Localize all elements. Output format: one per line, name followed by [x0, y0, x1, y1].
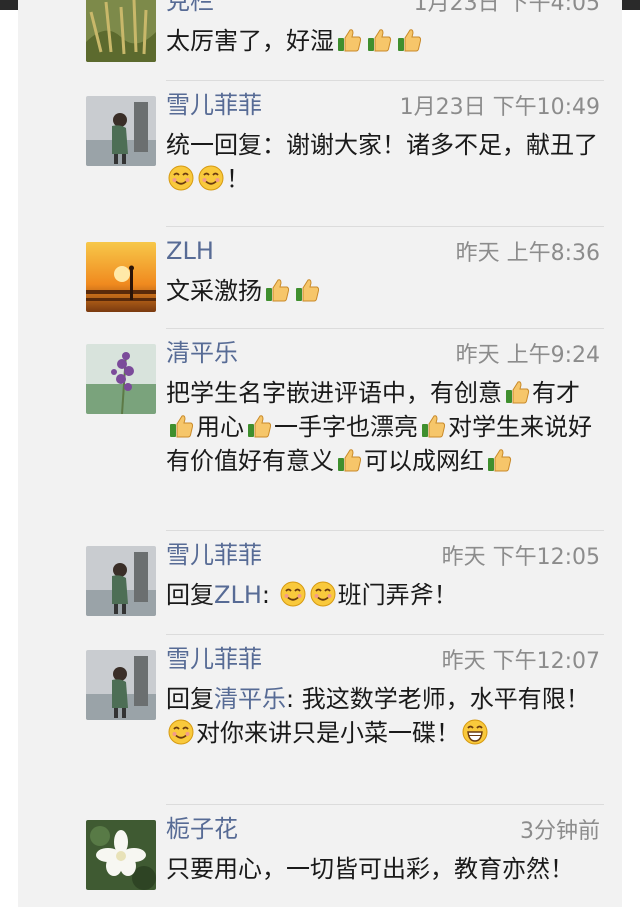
comment-text-segment: 统一回复：谢谢大家！诸多不足，献丑了 [166, 131, 598, 159]
thumbs-up-icon [365, 26, 393, 54]
comment-text-segment: 回复 [166, 685, 214, 713]
comment-text-segment: 一手字也漂亮 [274, 413, 418, 441]
comment-text-segment: 班门弄斧！ [337, 581, 458, 609]
comment-text-segment: 回复 [166, 581, 214, 609]
smile-icon [279, 580, 307, 608]
thumbs-up-icon [263, 276, 291, 304]
woman-avatar[interactable] [86, 650, 156, 720]
comment-time: 1月23日 下午10:49 [399, 95, 600, 120]
comment-text: 回复ZLH: 班门弄斧！ [166, 578, 606, 612]
thumbs-up-icon [335, 26, 363, 54]
thumbs-up-icon [167, 412, 195, 440]
comment-text-segment: : 我这数学老师，水平有限！ [286, 685, 590, 713]
smile-icon [309, 580, 337, 608]
woman-avatar[interactable] [86, 546, 156, 616]
comment-time: 3分钟前 [520, 819, 600, 844]
thumbs-up-icon [245, 412, 273, 440]
comment-time: 昨天 上午8:36 [455, 241, 600, 266]
thumbs-up-icon [335, 446, 363, 474]
comment-time: 1月23日 下午4:05 [413, 0, 600, 16]
comment-text: 太厉害了，好湿 [166, 24, 606, 58]
commenter-name[interactable]: 雪儿菲菲 [166, 540, 262, 570]
smile-icon [167, 718, 195, 746]
reply-to-link[interactable]: ZLH [214, 581, 262, 609]
woman-avatar[interactable] [86, 96, 156, 166]
divider [166, 530, 604, 531]
comment-text-segment: 只要用心，一切皆可出彩，教育亦然！ [166, 855, 574, 883]
thumbs-up-icon [395, 26, 423, 54]
divider [166, 634, 604, 635]
gardenia-avatar[interactable] [86, 820, 156, 890]
rice-field-avatar[interactable] [86, 0, 156, 62]
reply-to-link[interactable]: 清平乐 [214, 685, 286, 713]
comment-text-segment: : [261, 581, 278, 609]
comment-time: 昨天 下午12:07 [441, 649, 600, 674]
comment-text-segment: 太厉害了，好湿 [166, 27, 334, 55]
commenter-name[interactable]: 雪儿菲菲 [166, 644, 262, 674]
divider [166, 80, 604, 81]
thumbs-up-icon [419, 412, 447, 440]
comment-text-segment: 用心 [196, 413, 244, 441]
comment-time: 昨天 上午9:24 [455, 343, 600, 368]
comment-text-segment: ！ [226, 165, 250, 193]
comment-text: 统一回复：谢谢大家！诸多不足，献丑了 ！ [166, 128, 606, 196]
sunset-avatar[interactable] [86, 242, 156, 312]
commenter-name[interactable]: 克栏 [166, 0, 214, 16]
comment-text: 只要用心，一切皆可出彩，教育亦然！ [166, 852, 606, 886]
divider [166, 804, 604, 805]
comment-text-segment: 文采激扬 [166, 277, 262, 305]
divider [166, 328, 604, 329]
grin-icon [461, 718, 489, 746]
comment-text: 回复清平乐: 我这数学老师，水平有限！ 对你来讲只是小菜一碟！ [166, 682, 606, 750]
comment-text-segment: 有才 [532, 379, 580, 407]
comment-time: 昨天 下午12:05 [441, 545, 600, 570]
divider [166, 226, 604, 227]
comment-text-segment: 对你来讲只是小菜一碟！ [196, 719, 460, 747]
thumbs-up-icon [503, 378, 531, 406]
commenter-name[interactable]: 清平乐 [166, 338, 238, 368]
commenter-name[interactable]: 栀子花 [166, 814, 238, 844]
thumbs-up-icon [293, 276, 321, 304]
comment-text: 把学生名字嵌进评语中，有创意 有才 用心 一手字也漂亮 对学生来说好有价值好有意义 可以成… [166, 376, 606, 478]
comment-text-segment: 把学生名字嵌进评语中，有创意 [166, 379, 502, 407]
comment-text-segment: 可以成网红 [364, 447, 484, 475]
commenter-name[interactable]: 雪儿菲菲 [166, 90, 262, 120]
comment-text: 文采激扬 [166, 274, 606, 308]
smile-icon [197, 164, 225, 192]
smile-icon [167, 164, 195, 192]
comment-panel: 克栏 1月23日 下午4:05 太厉害了，好湿 雪儿菲菲 1月23日 下午10:49 统一… [18, 0, 622, 907]
commenter-name[interactable]: ZLH [166, 236, 214, 266]
thumbs-up-icon [485, 446, 513, 474]
flower-avatar[interactable] [86, 344, 156, 414]
